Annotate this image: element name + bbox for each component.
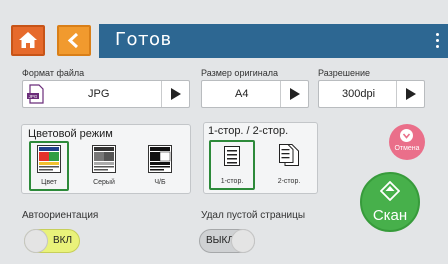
title-bar: Готов	[99, 24, 448, 58]
resolution-label: Разрешение	[318, 68, 370, 78]
scan-button[interactable]: Скан	[360, 172, 420, 232]
blank-pages-label: Удал пустой страницы	[201, 210, 306, 221]
sides-option-single[interactable]: 1-стор.	[209, 140, 255, 190]
gray-option-label: Серый	[93, 179, 115, 186]
format-label: Формат файла	[22, 68, 85, 78]
sides-option-double[interactable]: 2-стор.	[266, 140, 312, 190]
auto-orient-state: ВКЛ	[53, 235, 73, 246]
play-arrow-icon	[406, 88, 416, 100]
cancel-label: Отмена	[394, 145, 420, 152]
blank-pages-toggle[interactable]: ВЫКЛ	[199, 229, 255, 253]
home-icon	[19, 32, 37, 48]
jpg-icon-text: JPG	[29, 94, 38, 99]
format-value: JPG	[88, 88, 110, 100]
home-button[interactable]	[11, 25, 45, 56]
toggle-knob	[24, 229, 48, 253]
scan-label: Скан	[372, 207, 408, 224]
resolution-select[interactable]: 300dpi	[318, 80, 425, 108]
stop-icon	[400, 129, 413, 142]
single-page-icon	[224, 146, 240, 166]
play-arrow-icon	[171, 88, 181, 100]
color-mode-option-gray[interactable]: Серый	[84, 141, 124, 191]
color-mode-title: Цветовой режим	[28, 128, 113, 140]
double-side-label: 2-стор.	[277, 178, 301, 185]
size-label: Размер оригинала	[201, 68, 279, 78]
header: Готов	[0, 0, 448, 67]
format-dropdown-arrow[interactable]	[161, 81, 189, 107]
chevron-left-icon	[67, 32, 79, 49]
bw-option-label: Ч/Б	[154, 179, 166, 186]
double-page-icon	[279, 144, 299, 166]
color-mode-panel: Цветовой режим Цвет Серый Ч/Б	[21, 124, 191, 194]
color-mode-option-bw[interactable]: Ч/Б	[140, 141, 180, 191]
color-document-icon	[37, 145, 61, 173]
cancel-button[interactable]: Отмена	[389, 124, 425, 160]
sides-title: 1-стор. / 2-стор.	[208, 125, 289, 137]
color-mode-option-color[interactable]: Цвет	[29, 141, 69, 191]
blank-pages-state: ВЫКЛ	[206, 235, 234, 246]
size-select[interactable]: A4	[201, 80, 309, 108]
format-select[interactable]: JPG JPG	[22, 80, 190, 108]
sides-panel: 1-стор. / 2-стор. 1-стор. 2-стор.	[203, 122, 318, 194]
black-white-document-icon	[148, 145, 172, 173]
grayscale-document-icon	[92, 145, 116, 173]
auto-orient-toggle[interactable]: ВКЛ	[24, 229, 80, 253]
auto-orient-label: Автоориентация	[22, 210, 99, 221]
play-arrow-icon	[290, 88, 300, 100]
page-title: Готов	[115, 29, 172, 50]
resolution-value: 300dpi	[342, 88, 376, 100]
color-option-label: Цвет	[41, 179, 57, 186]
size-dropdown-arrow[interactable]	[280, 81, 308, 107]
jpg-file-icon: JPG	[27, 84, 44, 104]
resolution-dropdown-arrow[interactable]	[396, 81, 424, 107]
scan-diamond-icon	[380, 181, 400, 201]
size-value: A4	[235, 88, 249, 100]
single-side-label: 1-стор.	[220, 178, 244, 185]
back-button[interactable]	[57, 25, 91, 56]
toggle-knob	[231, 229, 255, 253]
more-menu-icon[interactable]	[436, 33, 440, 49]
